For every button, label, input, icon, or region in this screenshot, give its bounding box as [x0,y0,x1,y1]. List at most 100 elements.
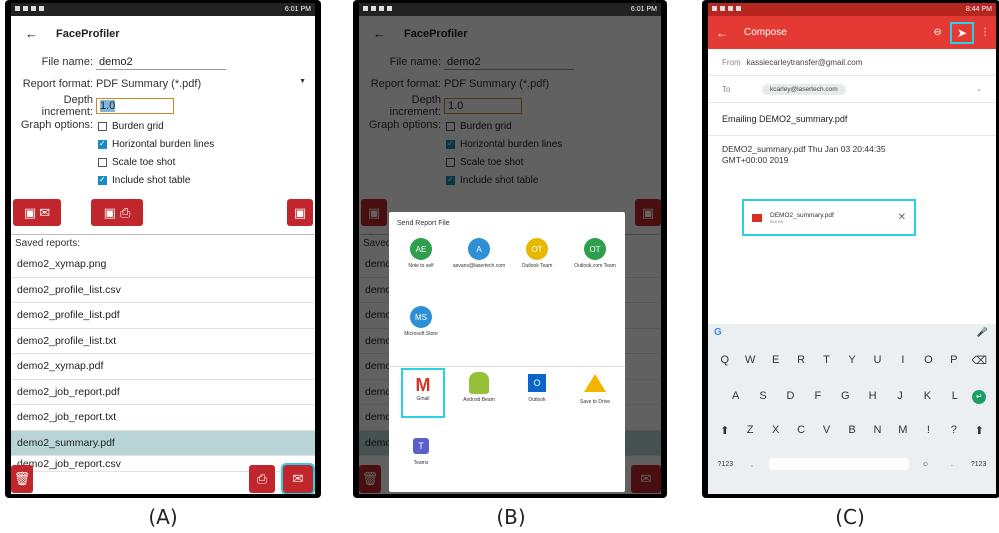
checkbox[interactable] [98,139,107,149]
emoji-icon[interactable]: ☺ [915,461,935,468]
checkbox[interactable] [98,175,107,185]
contact-label: Microsoft Store [404,331,438,337]
from-value[interactable]: kassiecarleytransfer@gmail.com [747,58,863,67]
key[interactable]: Q [715,354,735,367]
share-app-android-beam[interactable]: Android Beam [451,372,507,403]
key[interactable]: N [867,424,887,437]
enter-icon[interactable]: ↵ [972,390,987,404]
key[interactable]: G [835,390,855,404]
drive-icon [584,374,606,392]
list-item-selected[interactable]: demo2_summary.pdf [11,430,315,456]
key[interactable]: ! [918,424,938,437]
keyboard-row-1: Q W E R T Y U I O P ⌫ [712,354,992,367]
share-app-save-to-drive[interactable]: Save to Drive [567,372,623,405]
list-item[interactable]: demo2_profile_list.pdf [11,303,315,329]
key[interactable]: Z [740,424,760,437]
key[interactable]: K [917,390,937,404]
contact-avatar: AE [410,238,432,260]
backspace-icon[interactable]: ⌫ [969,354,989,367]
list-item[interactable]: demo2_profile_list.txt [11,329,315,354]
back-arrow-icon[interactable]: ← [716,26,728,40]
list-item[interactable]: demo2_profile_list.csv [11,278,315,303]
checkbox[interactable] [98,121,107,131]
email-button[interactable]: ✉ [281,463,315,494]
chevron-down-icon[interactable]: ⌄ [976,85,982,93]
key[interactable]: X [766,424,786,437]
delete-button[interactable]: 🗑 [11,465,33,493]
attachment-chip[interactable]: DEMO2_summary.pdf 818 KB ✕ [742,199,916,236]
share-contact-note-to-self[interactable]: AE Note to self [393,238,449,269]
gmail-icon: M [415,375,431,395]
share-app-outlook[interactable]: O Outlook [509,372,565,403]
key[interactable]: E [766,354,786,367]
more-icon[interactable]: ⋮ [980,27,990,38]
save-button[interactable]: ▣ [287,199,313,226]
key[interactable]: V [817,424,837,437]
send-icon[interactable]: ➤ [949,21,975,44]
numbers-key[interactable]: ?123 [715,461,735,468]
shift-icon[interactable]: ⬆ [969,424,989,437]
faceprofiler-share-screen: 6:01 PM ← FaceProfiler File name: demo2 … [359,3,661,494]
key[interactable]: C [791,424,811,437]
status-time: 8:44 PM [965,6,992,13]
key[interactable]: A [726,390,746,404]
key[interactable]: Y [842,354,862,367]
key[interactable]: M [893,424,913,437]
key[interactable]: J [890,390,910,404]
share-contact-outlook-team[interactable]: OT Outlook Team [509,238,565,269]
save-print-button[interactable]: ▣ ⎙ [91,199,143,226]
back-arrow-icon[interactable]: ← [25,26,38,41]
key[interactable]: B [842,424,862,437]
mic-icon[interactable]: 🎤 [977,327,988,338]
space-bar[interactable] [768,458,909,470]
list-item[interactable]: demo2_xymap.pdf [11,354,315,380]
comma-key[interactable]: , [742,461,762,468]
share-sheet-title: Send Report File [397,220,450,227]
share-contact-outlook-com-team[interactable]: OT Outlook.com Team [567,238,623,269]
share-contact-aevans[interactable]: A aevans@lasertech.com [451,238,507,269]
shift-icon[interactable]: ⬆ [715,424,735,437]
recipient-chip[interactable]: kcarley@lasertech.com [762,83,846,95]
attach-icon[interactable]: ⊖ [934,27,942,38]
key[interactable]: L [945,390,965,404]
option-horizontal-burden-lines[interactable]: Horizontal burden lines [98,135,214,153]
floppy-icon: ▣ [293,204,307,220]
google-icon[interactable]: G [714,327,722,338]
key[interactable]: F [808,390,828,404]
key[interactable]: H [863,390,883,404]
sheet-divider [389,366,625,367]
app-label: Outlook [528,397,546,403]
depth-increment-input[interactable]: 1.0 [96,98,174,114]
mail-icon: ✉ [39,204,51,220]
key[interactable]: R [791,354,811,367]
print-button[interactable]: ⎙ [249,465,275,493]
key[interactable]: W [740,354,760,367]
key[interactable]: ? [944,424,964,437]
numbers-key[interactable]: ?123 [969,461,989,468]
file-name-input[interactable]: demo2 [96,55,226,70]
period-key[interactable]: . [942,461,962,468]
key[interactable]: S [753,390,773,404]
option-burden-grid[interactable]: Burden grid [98,117,214,135]
share-app-gmail[interactable]: M Gmail [401,368,445,418]
close-icon[interactable]: ✕ [898,212,906,223]
list-item[interactable]: demo2_job_report.txt [11,405,315,431]
key[interactable]: U [867,354,887,367]
subject-field[interactable]: Emailing DEMO2_summary.pdf [708,103,996,136]
option-include-shot-table[interactable]: Include shot table [98,171,214,189]
key[interactable]: P [944,354,964,367]
report-format-select[interactable]: PDF Summary (*.pdf) ▼ [96,78,306,90]
list-item[interactable]: demo2_xymap.png [11,252,315,278]
checkbox[interactable] [98,157,107,167]
key[interactable]: O [918,354,938,367]
save-email-button[interactable]: ▣ ✉ [13,199,61,226]
key[interactable]: I [893,354,913,367]
key[interactable]: D [780,390,800,404]
body-field[interactable]: DEMO2_summary.pdf Thu Jan 03 20:44:35 GM… [708,136,938,174]
outlook-icon: O [528,374,546,392]
list-item[interactable]: demo2_job_report.pdf [11,380,315,405]
share-contact-microsoft-store[interactable]: MS Microsoft Store [393,306,449,337]
share-app-teams[interactable]: T Teams [393,438,449,466]
option-scale-toe-shot[interactable]: Scale toe shot [98,153,214,171]
key[interactable]: T [817,354,837,367]
